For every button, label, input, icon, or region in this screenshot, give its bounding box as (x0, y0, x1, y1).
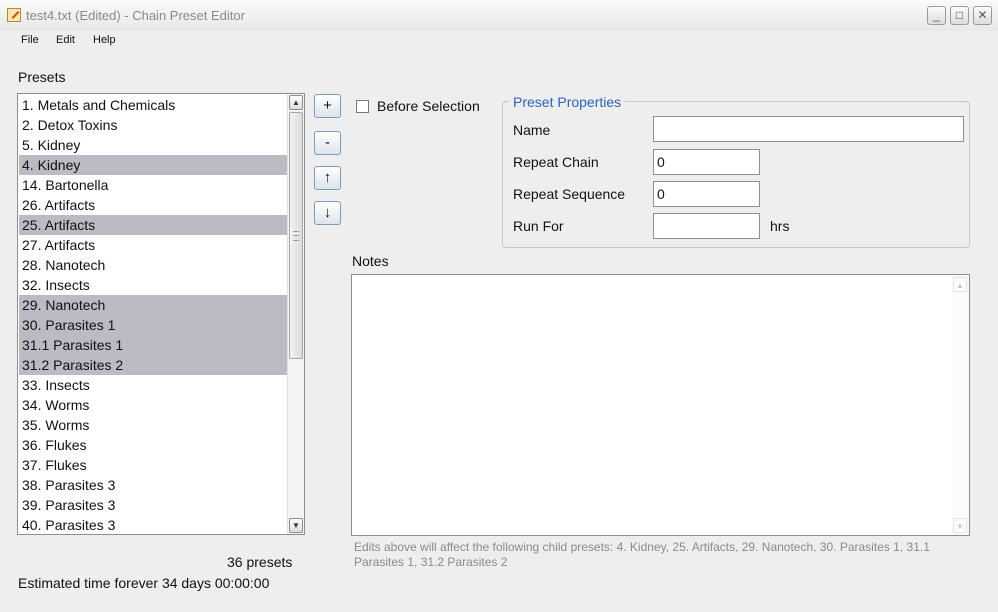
run-for-unit: hrs (770, 218, 790, 234)
scroll-thumb[interactable] (289, 112, 303, 359)
list-item[interactable]: 31.2 Parasites 2 (19, 355, 287, 375)
repeat-sequence-label: Repeat Sequence (513, 186, 626, 202)
run-for-label: Run For (513, 218, 564, 234)
preset-properties-legend: Preset Properties (509, 94, 626, 110)
repeat-chain-field[interactable] (653, 149, 760, 175)
grip-icon (293, 231, 299, 241)
list-item[interactable]: 4. Kidney (19, 155, 287, 175)
list-item[interactable]: 35. Worms (19, 415, 287, 435)
list-item[interactable]: 1. Metals and Chemicals (19, 95, 287, 115)
notes-scrollbar[interactable]: ▲ ▼ (952, 275, 969, 535)
run-for-field[interactable] (653, 213, 760, 239)
menu-edit[interactable]: Edit (56, 34, 75, 46)
app-icon (7, 8, 21, 22)
list-item[interactable]: 33. Insects (19, 375, 287, 395)
window-title: test4.txt (Edited) - Chain Preset Editor (26, 8, 245, 23)
list-item[interactable]: 29. Nanotech (19, 295, 287, 315)
scroll-down-button[interactable]: ▼ (289, 518, 303, 533)
repeat-sequence-field[interactable] (653, 181, 760, 207)
maximize-button[interactable]: □ (950, 6, 969, 25)
list-item[interactable]: 38. Parasites 3 (19, 475, 287, 495)
list-item[interactable]: 30. Parasites 1 (19, 315, 287, 335)
list-item[interactable]: 39. Parasites 3 (19, 495, 287, 515)
child-presets-hint: Edits above will affect the following ch… (354, 540, 930, 569)
list-item[interactable]: 26. Artifacts (19, 195, 287, 215)
notes-scroll-down-button[interactable]: ▼ (953, 518, 967, 533)
move-down-button[interactable]: ↓ (314, 201, 341, 225)
list-item[interactable]: 32. Insects (19, 275, 287, 295)
menu-help[interactable]: Help (93, 34, 116, 46)
list-item[interactable]: 25. Artifacts (19, 215, 287, 235)
list-item[interactable]: 40. Parasites 3 (19, 515, 287, 534)
notes-scroll-up-button[interactable]: ▲ (953, 277, 967, 292)
add-preset-button[interactable]: + (314, 94, 341, 118)
list-item[interactable]: 27. Artifacts (19, 235, 287, 255)
presets-label: Presets (18, 69, 66, 85)
notes-label: Notes (352, 253, 389, 269)
before-selection-checkbox[interactable] (356, 100, 369, 113)
list-item[interactable]: 34. Worms (19, 395, 287, 415)
scroll-up-button[interactable]: ▲ (289, 95, 303, 110)
minimize-button[interactable]: _ (927, 6, 946, 25)
title-bar: test4.txt (Edited) - Chain Preset Editor… (0, 0, 998, 32)
list-item[interactable]: 14. Bartonella (19, 175, 287, 195)
notes-textarea[interactable]: ▲ ▼ (351, 274, 970, 536)
before-selection-label[interactable]: Before Selection (377, 98, 480, 114)
repeat-chain-label: Repeat Chain (513, 154, 599, 170)
estimated-time: Estimated time forever 34 days 00:00:00 (18, 575, 270, 591)
remove-preset-button[interactable]: - (314, 131, 341, 155)
menu-file[interactable]: File (21, 34, 39, 46)
presets-list[interactable]: 1. Metals and Chemicals 2. Detox Toxins 5.… (17, 93, 305, 535)
list-item[interactable]: 5. Kidney (19, 135, 287, 155)
list-item[interactable]: 37. Flukes (19, 455, 287, 475)
move-up-button[interactable]: ↑ (314, 166, 341, 190)
preset-count: 36 presets (227, 554, 293, 570)
list-item[interactable]: 28. Nanotech (19, 255, 287, 275)
close-button[interactable]: ✕ (973, 6, 992, 25)
list-item[interactable]: 31.1 Parasites 1 (19, 335, 287, 355)
list-item[interactable]: 36. Flukes (19, 435, 287, 455)
list-item[interactable]: 2. Detox Toxins (19, 115, 287, 135)
menu-bar: File Edit Help (0, 31, 998, 53)
presets-scrollbar[interactable]: ▲ ▼ (287, 94, 304, 534)
name-field[interactable] (653, 116, 964, 142)
name-label: Name (513, 122, 551, 138)
